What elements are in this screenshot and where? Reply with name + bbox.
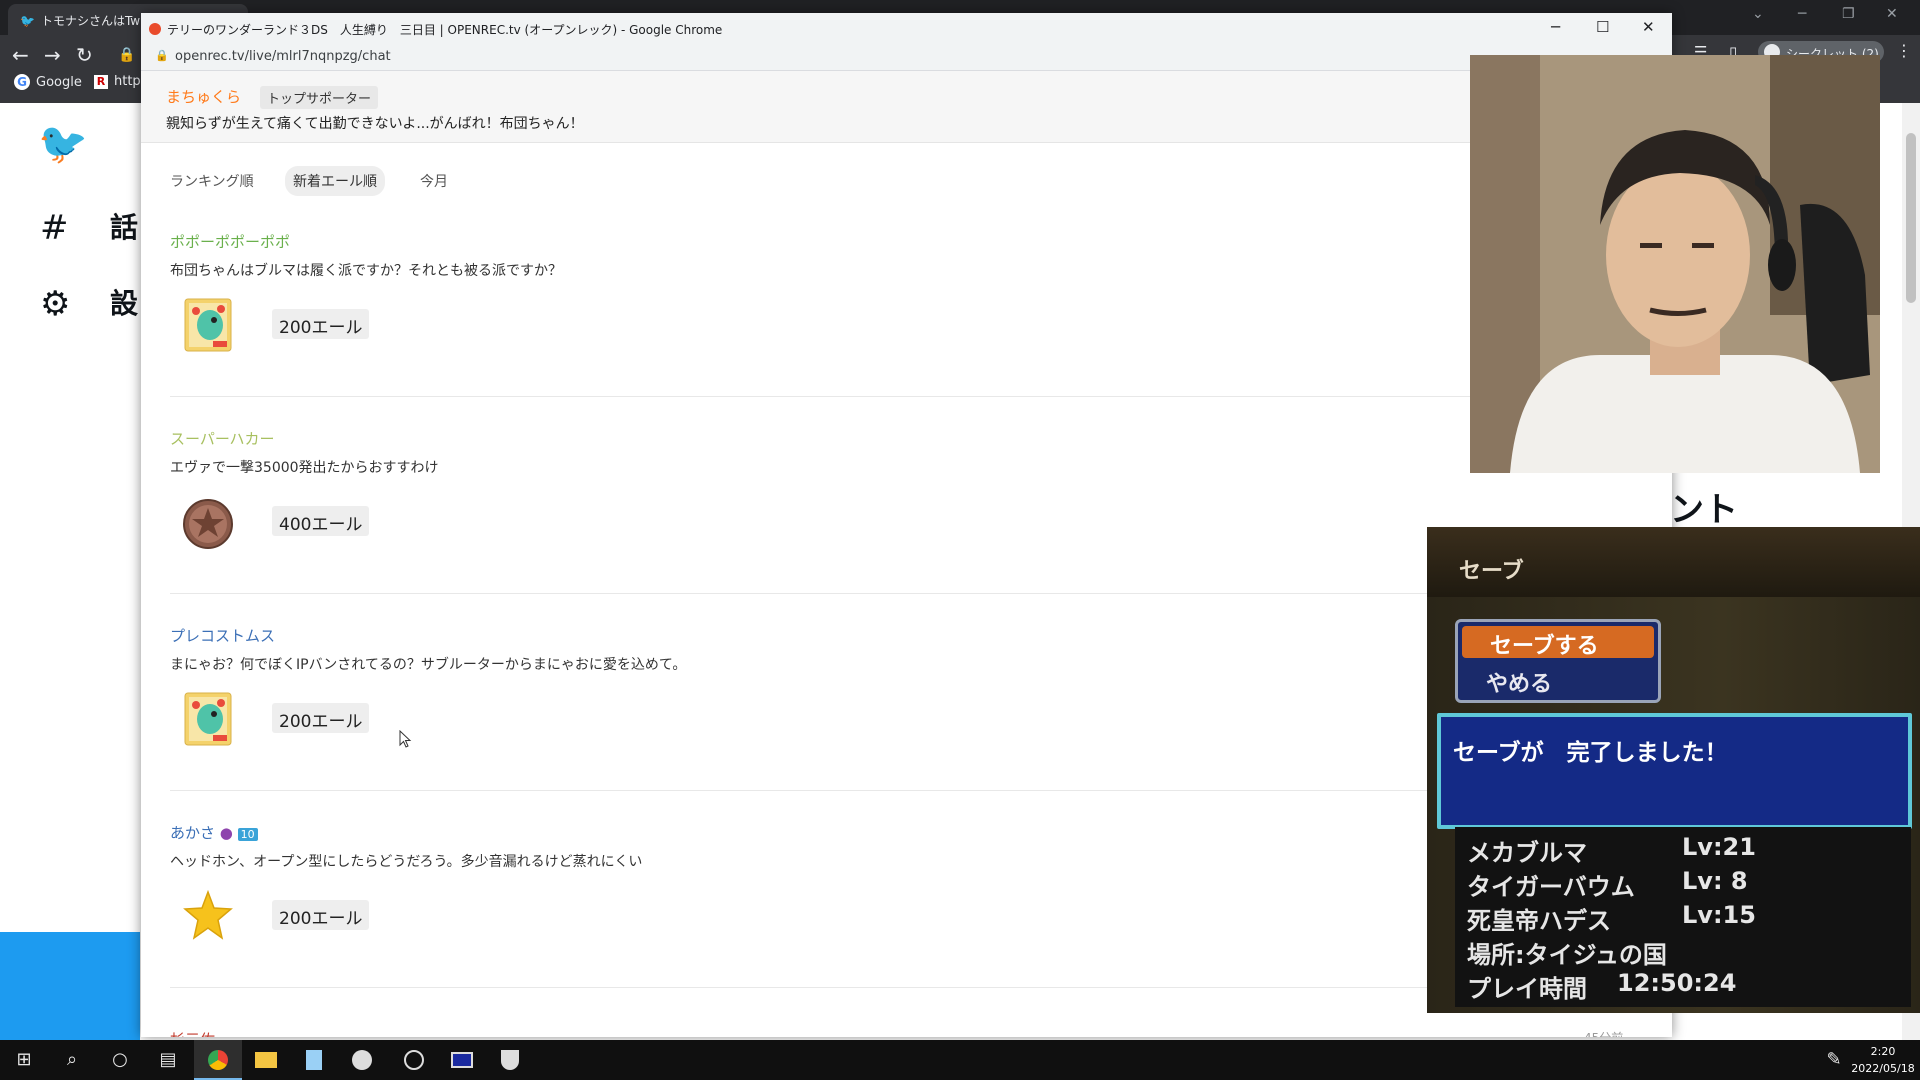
twitter-logo-icon[interactable]: 🐦	[38, 124, 88, 164]
mouse-cursor-icon	[399, 730, 412, 748]
desktop: 🐦トモナシさんはTwitterを使っています ⌄ ─ ❐ ✕ ← → ↻ 🔒 G…	[0, 0, 1920, 1080]
menu-icon[interactable]: ⋮	[1896, 41, 1912, 60]
parrot-card-icon	[184, 298, 232, 352]
close-icon[interactable]: ✕	[1886, 6, 1898, 22]
google-icon: G	[14, 74, 30, 90]
divider	[170, 593, 1495, 594]
yell-username[interactable]: スーパーハカー	[170, 428, 275, 449]
cortana-icon[interactable]: ○	[96, 1040, 144, 1080]
yell-username[interactable]: 杉元佐一	[170, 1029, 230, 1037]
menu-option-save[interactable]: セーブする	[1462, 626, 1654, 659]
bookmark-google[interactable]: G Google	[14, 74, 82, 90]
nav-settings[interactable]: ⚙ 設	[40, 284, 138, 324]
pinned-username[interactable]: まちゅくら	[166, 86, 241, 107]
divider	[170, 790, 1495, 791]
obs-icon[interactable]	[390, 1040, 438, 1080]
tab-ranking[interactable]: ランキング順	[162, 166, 262, 196]
yell-amount: 200エール	[272, 900, 370, 930]
yell-message: 布団ちゃんはブルマは履く派ですか？それとも被る派ですか？	[170, 263, 562, 279]
yell-message: まにゃお？何でぼくIPバンされてるの？サブルーターからまにゃおに愛を込めて。	[170, 657, 687, 673]
party-status: メカブルマ Lv:21 タイガーバウム Lv: 8 死皇帝ハデス Lv:15 場所:タ…	[1455, 827, 1911, 1007]
webcam-person-image	[1470, 55, 1880, 473]
windows-start-icon[interactable]: ⊞	[0, 1040, 48, 1080]
app-icon[interactable]	[338, 1040, 386, 1080]
notepad-icon[interactable]	[290, 1040, 338, 1080]
party-row: 死皇帝ハデス Lv:15	[1467, 901, 1756, 935]
capture-app-icon[interactable]	[438, 1040, 486, 1080]
chrome-icon[interactable]	[194, 1040, 242, 1080]
bronze-medal-icon	[183, 499, 233, 549]
webcam-overlay	[1470, 55, 1880, 473]
save-complete-dialog: セーブが 完了しました！	[1437, 713, 1912, 829]
game-capture-overlay: セーブ セーブする やめる セーブが 完了しました！ メカブルマ Lv:21 タイ…	[1427, 527, 1920, 1013]
minimize-icon[interactable]: ─	[1551, 18, 1560, 36]
lock-icon: 🔒	[118, 47, 136, 63]
yell-username[interactable]: あかさ ● 10	[170, 822, 258, 843]
window-titlebar: テリーのワンダーランド３DS 人生縛り 三日目 | OPENREC.tv (オー…	[141, 13, 1672, 45]
system-clock[interactable]: 2:20 2022/05/18	[1850, 1043, 1916, 1077]
twitter-bird-icon: 🐦	[20, 14, 35, 28]
bg-scroll-thumb[interactable]	[1906, 133, 1916, 303]
yell-amount: 400エール	[272, 506, 370, 536]
taskbar: ⊞ ⌕ ○ ▤ ✎ 2:20 2022/05/18	[0, 1040, 1920, 1080]
task-view-icon[interactable]: ▤	[144, 1040, 192, 1080]
twitter-bottom-bar[interactable]	[0, 932, 140, 1040]
address-bar[interactable]: 🔒 openrec.tv/live/mlrl7nqnpzg/chat	[141, 45, 1672, 71]
pinned-yell: まちゅくら トップサポーター 親知らずが生えて痛くて出勤できないよ...がんばれ…	[141, 71, 1672, 143]
url-text: openrec.tv/live/mlrl7nqnpzg/chat	[175, 49, 391, 64]
party-row: メカブルマ Lv:21	[1467, 833, 1756, 867]
close-icon[interactable]: ✕	[1642, 18, 1655, 36]
openrec-favicon-icon	[149, 23, 161, 35]
star-icon	[183, 889, 233, 940]
menu-option-cancel[interactable]: やめる	[1486, 666, 1552, 698]
tab-this-month[interactable]: 今月	[412, 166, 456, 196]
forward-icon[interactable]: →	[44, 43, 61, 67]
search-icon[interactable]: ⌕	[48, 1040, 96, 1080]
back-icon[interactable]: ←	[12, 43, 29, 67]
pinned-message: 親知らずが生えて痛くて出勤できないよ...がんばれ！布団ちゃん！	[166, 116, 584, 132]
party-row: タイガーバウム Lv: 8	[1467, 867, 1748, 901]
save-header: セーブ	[1427, 527, 1920, 597]
nav-explore[interactable]: # 話	[40, 208, 138, 248]
timestamp: 45分前	[1584, 1029, 1623, 1037]
yell-username[interactable]: ポポーポポーポポ	[170, 231, 290, 252]
yell-item: ポポーポポーポポ 布団ちゃんはブルマは履く派ですか？それとも被る派ですか？ 20…	[141, 231, 1672, 428]
restore-icon[interactable]: ❐	[1842, 6, 1855, 22]
minimize-icon[interactable]: ─	[1798, 6, 1806, 22]
maximize-icon[interactable]: ☐	[1596, 18, 1609, 36]
divider	[170, 987, 1495, 988]
tab-newest[interactable]: 新着エール順	[285, 166, 385, 196]
yell-username[interactable]: プレコストムス	[170, 625, 275, 646]
r-icon: R	[94, 75, 108, 89]
yell-amount: 200エール	[272, 309, 370, 339]
devil-emoji-icon: ●	[219, 824, 233, 842]
window-title: テリーのワンダーランド３DS 人生縛り 三日目 | OPENREC.tv (オー…	[167, 23, 723, 37]
save-menu: セーブする やめる	[1455, 619, 1661, 703]
bookmark-http[interactable]: Rhttp	[94, 74, 141, 89]
location-row: 場所:タイジュの国	[1467, 941, 1667, 969]
parrot-card-icon	[184, 692, 232, 746]
gear-icon: ⚙	[40, 284, 71, 324]
divider	[170, 396, 1495, 397]
trend-heading-fragment: ント	[1670, 490, 1738, 530]
top-supporter-badge: トップサポーター	[260, 86, 379, 109]
file-explorer-icon[interactable]	[242, 1040, 290, 1080]
yell-message: ヘッドホン、オープン型にしたらどうだろう。多少音漏れるけど蒸れにくい	[170, 854, 643, 870]
hashtag-icon: #	[40, 208, 69, 248]
lock-icon: 🔒	[155, 49, 169, 62]
tab-search-icon[interactable]: ⌄	[1752, 6, 1764, 22]
yell-amount: 200エール	[272, 703, 370, 733]
level-badge: 10	[237, 828, 258, 841]
shield-icon[interactable]	[486, 1040, 534, 1080]
reload-icon[interactable]: ↻	[76, 43, 93, 67]
playtime-row: プレイ時間 12:50:24	[1467, 969, 1737, 1003]
yell-message: エヴァで一撃35000発出たからおすすわけ	[170, 460, 439, 476]
